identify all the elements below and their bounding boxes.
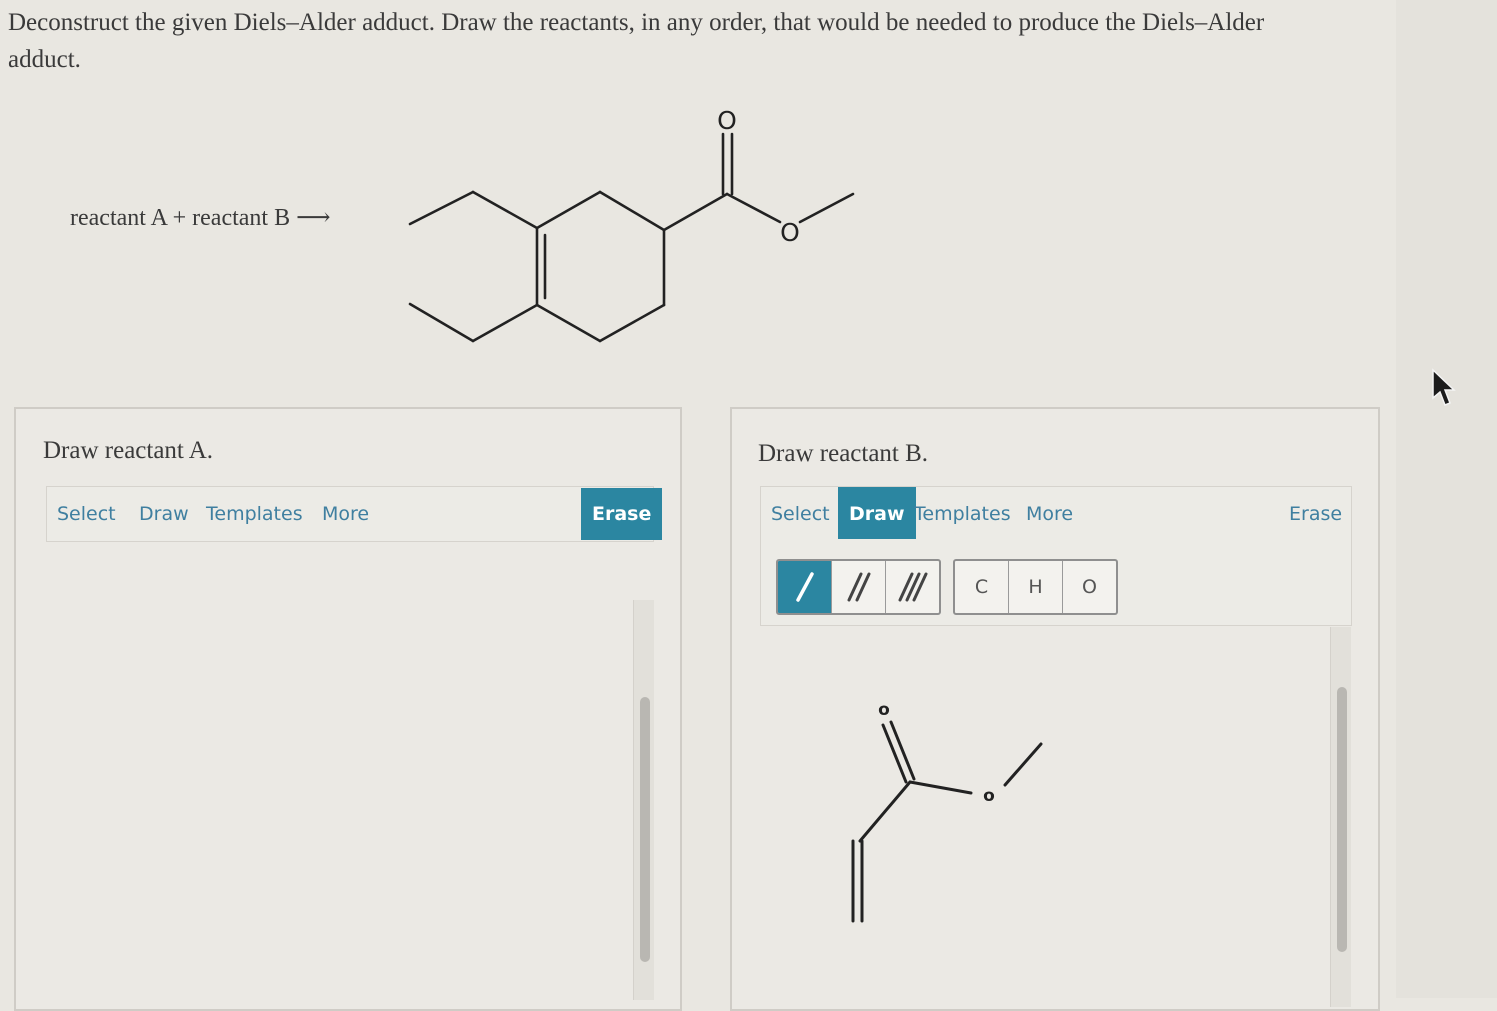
ester-oxygen-label: O [780, 218, 800, 247]
bond [471, 190, 539, 230]
carbonyl-oxygen-label: O [717, 106, 737, 135]
draw-tool[interactable]: Draw [139, 487, 189, 541]
scrollbar-thumb[interactable] [1337, 687, 1347, 952]
atom-type-group: C H O [953, 559, 1118, 615]
bond-to-carbonyl [858, 780, 912, 843]
single-bond-icon[interactable] [778, 561, 832, 613]
question-prompt: Deconstruct the given Diels–Alder adduct… [8, 9, 1265, 73]
reactant-a-toolbar: Select Draw Templates More Erase [46, 486, 663, 542]
bond [598, 190, 666, 232]
bond [598, 303, 666, 343]
more-tool[interactable]: More [1026, 487, 1073, 541]
bond-type-group [776, 559, 941, 615]
scrollbar-thumb[interactable] [640, 697, 650, 962]
reactant-b-drawing[interactable]: o o [842, 689, 1062, 934]
erase-button[interactable]: Erase [1289, 487, 1342, 541]
templates-tool[interactable]: Templates [206, 487, 303, 541]
select-tool[interactable]: Select [771, 487, 830, 541]
bond [535, 303, 602, 343]
oxygen-atom-button[interactable]: O [1063, 561, 1116, 613]
mouse-cursor-icon [1432, 368, 1456, 406]
page-margin [1396, 0, 1497, 998]
reactant-b-panel: Draw reactant B. Select Draw Templates M… [730, 407, 1380, 1011]
bond-to-ester-o [725, 192, 782, 224]
bond-to-carbonyl [662, 192, 729, 232]
drawn-carbonyl-oxygen[interactable]: o [878, 700, 890, 720]
bond [471, 303, 539, 343]
more-tool[interactable]: More [322, 487, 369, 541]
draw-tool[interactable]: Draw [838, 487, 916, 541]
reactant-a-panel: Draw reactant A. Select Draw Templates M… [14, 407, 682, 1011]
bond-methyl [1003, 742, 1043, 787]
reactant-b-toolbar: Select Draw Templates More Erase [760, 486, 1352, 542]
templates-tool[interactable]: Templates [914, 487, 1011, 541]
select-tool[interactable]: Select [57, 487, 116, 541]
bond-methyl [798, 192, 855, 224]
carbon-atom-button[interactable]: C [955, 561, 1009, 613]
triple-bond-icon[interactable] [886, 561, 939, 613]
draw-subtoolbar: C H O [760, 539, 1352, 626]
reaction-label: reactant A + reactant B ⟶ [70, 205, 331, 231]
reactant-a-scrollbar[interactable] [633, 600, 654, 1000]
bond-ethyl-top [408, 190, 475, 226]
reactant-a-title: Draw reactant A. [43, 437, 214, 464]
erase-button[interactable]: Erase [581, 488, 663, 540]
bond-ethyl-bottom [408, 302, 475, 343]
adduct-structure: O O [408, 106, 855, 343]
bond [535, 190, 602, 230]
reactant-b-title: Draw reactant B. [758, 440, 929, 467]
drawn-ester-oxygen[interactable]: o [983, 786, 995, 806]
bond-to-ester-o [908, 780, 973, 795]
hydrogen-atom-button[interactable]: H [1009, 561, 1063, 613]
double-bond-icon[interactable] [832, 561, 886, 613]
reactant-b-scrollbar[interactable] [1330, 627, 1351, 1007]
reactant-a-canvas[interactable] [20, 549, 630, 999]
